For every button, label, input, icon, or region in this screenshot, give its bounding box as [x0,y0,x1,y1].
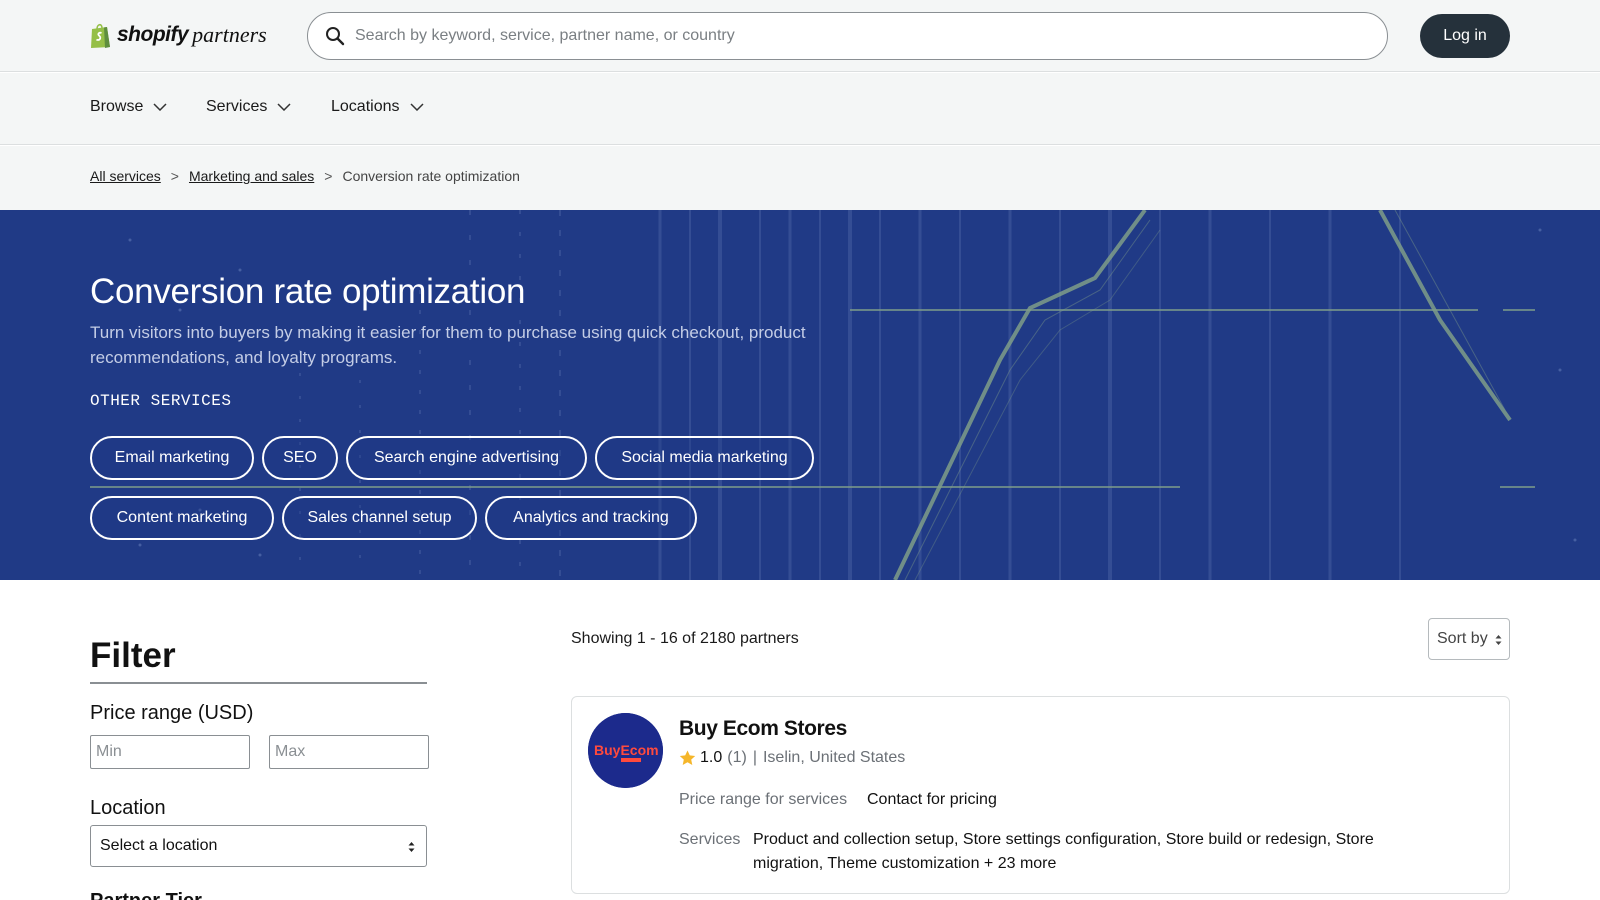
services-value: Product and collection setup, Store sett… [753,831,1374,872]
partner-logo-image: BuyEcom [588,713,663,788]
breadcrumb-separator: > [324,168,333,184]
price-range-label: Price range (USD) [90,702,254,724]
price-range-value: Contact for pricing [867,791,997,808]
nav-services-label: Services [206,98,268,115]
hero-banner: Conversion rate optimization Turn visito… [0,210,1600,580]
price-min-input[interactable] [90,735,250,769]
partner-logo-text: BuyEcom [594,742,659,758]
nav-services[interactable]: Services [206,98,291,116]
price-range-label: Price range for services [679,791,848,808]
location-select[interactable]: Select a location [90,825,427,867]
chip-search-engine-advertising[interactable]: Search engine advertising [346,436,587,480]
select-arrows-icon [408,842,415,852]
hero-trend-lines [893,210,1512,580]
chip-seo[interactable]: SEO [262,436,338,480]
breadcrumb: All services > Marketing and sales > Con… [0,146,1600,210]
partner-avatar: BuyEcom [588,713,663,788]
partner-name[interactable]: Buy Ecom Stores [679,717,847,741]
logo-wordmark: shopify [117,23,189,46]
chip-email-marketing[interactable]: Email marketing [90,436,254,480]
partner-location: Iselin, United States [762,749,906,766]
search-input[interactable] [355,14,1387,58]
results-count: Showing 1 - 16 of 2180 partners [571,630,799,647]
chip-content-marketing[interactable]: Content marketing [90,496,274,540]
partner-card[interactable]: BuyEcom Buy Ecom Stores 1.0 (1) | Iselin… [571,696,1510,894]
nav-browse-label: Browse [90,98,144,115]
partner-tier-label: Partner Tier [90,890,202,900]
shopify-bag-icon [91,23,110,48]
top-header: shopify partners Log in [0,0,1600,72]
services-label: Services [679,831,741,848]
search-bar[interactable] [307,12,1388,60]
sort-by-select[interactable]: Sort by [1428,618,1510,660]
select-arrows-icon [1495,635,1502,645]
other-services-label: OTHER SERVICES [90,392,232,410]
breadcrumb-link-all-services[interactable]: All services [90,168,161,184]
breadcrumb-link-marketing[interactable]: Marketing and sales [189,168,314,184]
chip-social-media-marketing[interactable]: Social media marketing [595,436,814,480]
partner-rating-row: 1.0 (1) | Iselin, United States [679,749,905,767]
chip-analytics-and-tracking[interactable]: Analytics and tracking [485,496,697,540]
price-max-input[interactable] [269,735,429,769]
chevron-down-icon [277,103,291,111]
filter-title: Filter [90,636,176,675]
chevron-down-icon [153,103,167,111]
login-button[interactable]: Log in [1420,14,1510,58]
page-title: Conversion rate optimization [90,272,526,311]
hero-description: Turn visitors into buyers by making it e… [90,323,806,367]
nav-browse[interactable]: Browse [90,98,167,116]
location-select-value: Select a location [100,837,218,854]
search-icon [326,27,345,46]
rating-value: 1.0 [700,749,723,766]
star-icon [679,750,696,765]
filter-divider [90,682,427,684]
logo-suffix: partners [192,22,267,47]
shopify-partners-logo[interactable]: shopify partners [89,20,267,50]
separator: | [752,749,757,766]
breadcrumb-current: Conversion rate optimization [342,168,520,184]
chip-sales-channel-setup[interactable]: Sales channel setup [282,496,477,540]
chevron-down-icon [409,103,424,111]
nav-locations-label: Locations [331,98,400,115]
location-label: Location [90,797,166,819]
nav-locations[interactable]: Locations [331,98,424,116]
main-nav: Browse Services Locations [0,73,1600,145]
breadcrumb-separator: > [170,168,179,184]
sort-by-label: Sort by [1437,630,1488,647]
rating-count: (1) [727,749,747,766]
